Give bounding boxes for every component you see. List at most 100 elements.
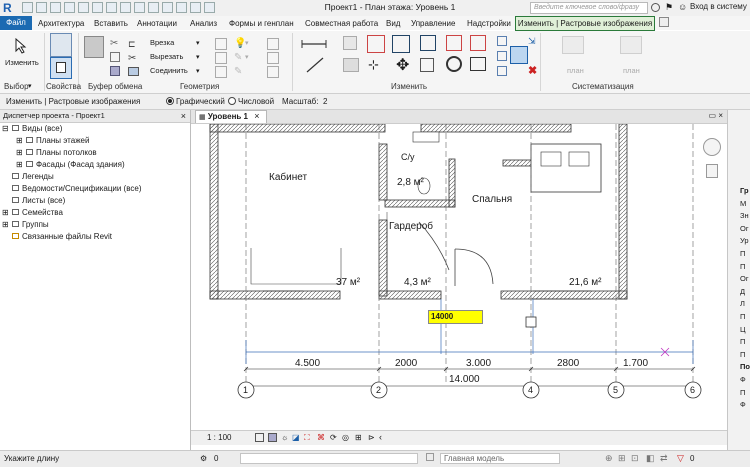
tab-annotations[interactable]: Аннотации [137, 17, 177, 30]
send-backward-icon[interactable] [497, 51, 507, 61]
thin-lines-icon[interactable] [176, 2, 187, 13]
array-icon[interactable] [343, 58, 359, 72]
expand-toggle-icon[interactable]: ⊟ [2, 124, 12, 133]
editable-only-icon[interactable] [426, 453, 434, 461]
delete-icon[interactable]: ✖ [528, 64, 537, 77]
browser-item[interactable]: ⊞ Фасады (Фасад здания) [2, 160, 188, 172]
rotate-circle-icon[interactable] [446, 56, 462, 72]
view-scale[interactable]: 1 : 100 [207, 433, 231, 442]
dimension-value-input[interactable]: 14000 [428, 310, 483, 324]
print-icon[interactable] [92, 2, 103, 13]
brush-icon[interactable]: ✎ [234, 52, 242, 63]
type-properties-icon[interactable] [50, 33, 72, 57]
property-row[interactable]: Ц [740, 325, 750, 338]
trim-icon[interactable] [446, 35, 462, 51]
expand-toggle-icon[interactable]: ⊞ [2, 208, 12, 217]
tab-insert[interactable]: Вставить [94, 17, 128, 30]
cut-geometry-button[interactable]: Вырезать [150, 52, 183, 61]
browser-item[interactable]: ⊟ Виды (все) [2, 124, 188, 136]
more-icon[interactable]: ‹ [379, 432, 382, 442]
copy-element-icon[interactable] [392, 35, 410, 53]
floor-icon[interactable] [267, 52, 279, 64]
tab-level-1[interactable]: ▦ Уровень 1 × [195, 110, 267, 123]
property-row[interactable]: По [740, 362, 750, 375]
expand-toggle-icon[interactable]: ⊞ [2, 220, 12, 229]
switch-windows-icon[interactable] [204, 2, 215, 13]
dimension-icon[interactable] [120, 2, 131, 13]
drawing-canvas[interactable]: Кабинет 37 м² С/у 2,8 м² Гардероб 4,3 м²… [191, 124, 727, 430]
tab-massing[interactable]: Формы и генплан [229, 17, 294, 30]
property-row[interactable]: Ог [740, 224, 750, 237]
minimize-ribbon-icon[interactable] [659, 17, 669, 27]
restore-icon[interactable]: ▭ × [709, 111, 723, 120]
tab-file[interactable]: Файл [0, 16, 32, 30]
open-icon[interactable] [22, 2, 33, 13]
drag-icon[interactable]: ⇄ [660, 453, 668, 464]
link-icon[interactable]: ⊕ [605, 453, 613, 464]
edit-icon[interactable]: ⇲ [528, 36, 536, 47]
text-icon[interactable] [134, 2, 145, 13]
worksets-icon[interactable]: ⚙ [200, 454, 207, 463]
modify-cursor-icon[interactable] [14, 37, 28, 54]
workset-dropdown[interactable] [240, 453, 418, 464]
arrange-back-icon[interactable] [620, 36, 642, 54]
chevron-down-icon[interactable]: ▾ [196, 53, 200, 61]
steering-wheel-icon[interactable] [703, 138, 721, 156]
browser-item[interactable]: ⊞ Планы этажей [2, 136, 188, 148]
join-geometry-button[interactable]: Соединить [150, 66, 188, 75]
tab-collaborate[interactable]: Совместная работа [305, 17, 378, 30]
arrange-back-button[interactable]: план [623, 66, 640, 75]
demolish-icon[interactable]: ✎ [234, 66, 242, 77]
expand-toggle-icon[interactable]: ⊞ [16, 160, 26, 169]
unpin-icon[interactable] [470, 57, 486, 71]
browser-item[interactable]: Листы (все) [2, 196, 188, 208]
face-select-icon[interactable]: ◧ [646, 453, 655, 464]
paint-icon[interactable] [215, 66, 227, 78]
zoom-icon[interactable] [706, 164, 718, 178]
tab-addins[interactable]: Надстройки [467, 17, 511, 30]
tab-analysis[interactable]: Анализ [190, 17, 217, 30]
property-row[interactable]: Д [740, 287, 750, 300]
copy-icon[interactable] [110, 52, 120, 62]
coping-button[interactable]: Врезка [150, 38, 174, 47]
detail-level-icon[interactable] [255, 433, 264, 442]
rotate-icon[interactable] [420, 35, 436, 51]
grip-handle[interactable] [525, 316, 537, 328]
cut-icon[interactable]: ✂ [110, 38, 118, 49]
browser-item[interactable]: Легенды [2, 172, 188, 184]
arrange-front-icon[interactable] [562, 36, 584, 54]
revit-logo-icon[interactable]: R [3, 1, 15, 15]
coping-icon[interactable]: ⊏ [128, 39, 136, 50]
modify-button[interactable]: Изменить [5, 58, 39, 67]
property-row[interactable]: Гр [740, 186, 750, 199]
bring-to-front-icon[interactable] [510, 46, 528, 64]
group-icon[interactable] [497, 66, 507, 76]
browser-item[interactable]: ⊞ Планы потолков [2, 148, 188, 160]
scale-icon[interactable]: ⊹ [368, 57, 384, 73]
pin-icon[interactable] [420, 58, 434, 72]
split-face-icon[interactable] [215, 52, 227, 64]
roof-icon[interactable] [267, 66, 279, 78]
cart-icon[interactable]: ⚑ [665, 2, 673, 13]
pinned-icon[interactable]: ⊡ [631, 453, 639, 464]
wall-icon[interactable] [267, 38, 279, 50]
search-icon[interactable] [651, 3, 660, 12]
save-icon[interactable] [36, 2, 47, 13]
chevron-down-icon[interactable]: ▾ [245, 39, 249, 47]
properties-icon[interactable] [50, 57, 72, 79]
scale-input[interactable]: 2 [323, 97, 327, 106]
move-icon[interactable] [367, 35, 385, 53]
property-row[interactable]: Ф [740, 375, 750, 388]
shadows-icon[interactable]: ◪ [292, 433, 300, 442]
property-row[interactable]: М [740, 199, 750, 212]
property-row[interactable]: Зн [740, 211, 750, 224]
move-arrows-icon[interactable]: ✥ [396, 55, 409, 75]
expand-toggle-icon[interactable]: ⊞ [16, 148, 26, 157]
property-row[interactable]: П [740, 350, 750, 363]
property-row[interactable]: П [740, 337, 750, 350]
underlay-icon[interactable]: ⊞ [618, 453, 626, 464]
property-row[interactable]: Ф [740, 400, 750, 413]
login-button[interactable]: Вход в систему [690, 2, 747, 11]
close-icon[interactable]: × [254, 111, 259, 121]
hide-icon[interactable]: ⌘ [317, 433, 325, 442]
